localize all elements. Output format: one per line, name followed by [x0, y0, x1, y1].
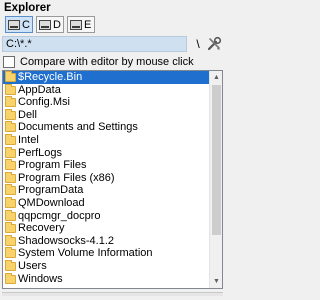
path-input[interactable]: C:\*.*: [2, 36, 187, 52]
list-item[interactable]: Intel: [3, 133, 210, 147]
root-slash-button[interactable]: \: [193, 37, 203, 51]
folder-name: Shadowsocks-4.1.2: [18, 234, 114, 247]
folder-icon: [5, 108, 16, 120]
folder-name: ProgramData: [18, 184, 84, 197]
list-item[interactable]: Windows: [3, 272, 210, 286]
folder-name: Windows: [18, 272, 63, 285]
folder-icon: [5, 209, 16, 221]
folder-rows: $Recycle.Bin AppData Config.Msi Dell Documen…: [3, 71, 210, 285]
arrow-up-icon[interactable]: ▲: [210, 71, 222, 84]
folder-icon: [5, 184, 16, 196]
compare-checkbox[interactable]: [3, 56, 15, 68]
drive-label: C: [22, 18, 30, 31]
list-item[interactable]: qqpcmgr_docpro: [3, 209, 210, 223]
folder-icon: [5, 159, 16, 171]
folder-icon: [5, 71, 16, 82]
folder-name: qqpcmgr_docpro: [18, 209, 101, 222]
folder-name: System Volume Information: [18, 247, 153, 260]
folder-name: QMDownload: [18, 196, 85, 209]
folder-icon: [5, 133, 16, 145]
folder-icon: [5, 259, 16, 271]
folder-name: Intel: [18, 133, 39, 146]
drive-icon: [70, 19, 82, 30]
folder-icon: [5, 222, 16, 234]
folder-icon: [5, 247, 16, 259]
drive-label: D: [53, 18, 61, 31]
tools-icon: [207, 36, 222, 51]
list-item[interactable]: Users: [3, 259, 210, 273]
list-item[interactable]: $Recycle.Bin: [3, 71, 210, 84]
folder-name: Config.Msi: [18, 96, 70, 109]
folder-icon: [5, 96, 16, 108]
folder-icon: [5, 146, 16, 158]
drive-tab-d[interactable]: D: [36, 16, 64, 33]
list-item[interactable]: Documents and Settings: [3, 121, 210, 134]
folder-icon: [5, 196, 16, 208]
drive-icon: [39, 19, 51, 30]
folder-name: Users: [18, 259, 47, 272]
folder-list[interactable]: $Recycle.Bin AppData Config.Msi Dell Documen…: [2, 70, 223, 289]
list-item[interactable]: AppData: [3, 83, 210, 97]
list-item[interactable]: Program Files: [3, 159, 210, 172]
vertical-scrollbar[interactable]: ▲ ▼: [209, 71, 222, 288]
folder-icon: [5, 121, 16, 133]
list-item[interactable]: Recovery: [3, 222, 210, 235]
panel-title: Explorer: [4, 2, 51, 14]
folder-icon: [5, 272, 16, 284]
list-item[interactable]: System Volume Information: [3, 247, 210, 260]
list-item[interactable]: ProgramData: [3, 184, 210, 197]
tools-button[interactable]: [206, 36, 222, 52]
compare-option[interactable]: Compare with editor by mouse click: [3, 55, 194, 69]
folder-name: Dell: [18, 108, 37, 121]
compare-label: Compare with editor by mouse click: [20, 56, 194, 68]
list-item[interactable]: Config.Msi: [3, 96, 210, 109]
folder-name: Program Files (x86): [18, 171, 115, 184]
list-item[interactable]: Dell: [3, 108, 210, 122]
folder-name: PerfLogs: [18, 146, 63, 159]
folder-name: $Recycle.Bin: [18, 71, 83, 83]
drive-label: E: [84, 18, 92, 31]
folder-name: AppData: [18, 83, 61, 96]
folder-icon: [5, 234, 16, 246]
scrollbar-thumb[interactable]: [212, 85, 221, 235]
arrow-down-icon[interactable]: ▼: [210, 275, 222, 288]
drive-icon: [8, 19, 20, 30]
drive-tab-e[interactable]: E: [67, 16, 95, 33]
drive-tab-c[interactable]: C: [5, 16, 33, 33]
list-item[interactable]: Program Files (x86): [3, 171, 210, 185]
list-item[interactable]: PerfLogs: [3, 146, 210, 160]
resize-grip[interactable]: [2, 292, 223, 296]
folder-name: Program Files: [18, 159, 87, 172]
folder-name: Recovery: [18, 222, 65, 235]
folder-icon: [5, 83, 16, 95]
list-item[interactable]: QMDownload: [3, 196, 210, 210]
folder-icon: [5, 171, 16, 183]
folder-name: Documents and Settings: [18, 121, 138, 134]
list-item[interactable]: Shadowsocks-4.1.2: [3, 234, 210, 248]
